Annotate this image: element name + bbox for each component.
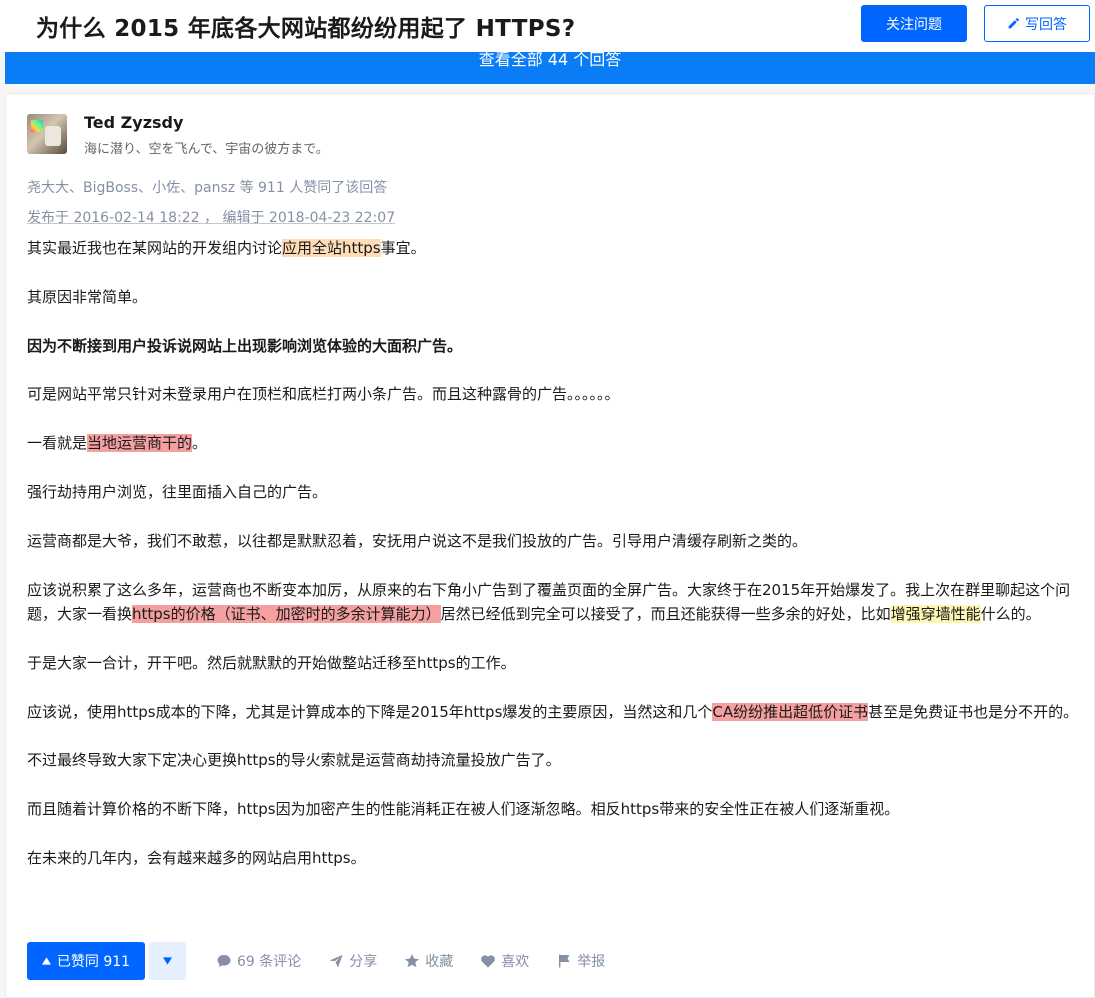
paragraph: 运营商都是大爷，我们不敢惹，以往都是默默忍着，安抚用户说这不是我们投放的广告。引… bbox=[27, 531, 808, 550]
question-title[interactable]: 为什么 2015 年底各大网站都纷纷用起了 HTTPS? bbox=[36, 9, 575, 43]
paragraph: 因为不断接到用户投诉说网站上出现影响浏览体验的大面积广告。 bbox=[27, 334, 1082, 358]
highlight: https的价格（证书、加密时的多余计算能力） bbox=[132, 604, 441, 623]
upvote-button[interactable]: 已赞同 911 bbox=[27, 942, 145, 980]
downvote-triangle-icon bbox=[163, 957, 172, 965]
highlight: CA纷纷推出超低价证书 bbox=[712, 702, 869, 721]
paragraph: 在未来的几年内，会有越来越多的网站启用https。 bbox=[27, 848, 366, 867]
follow-question-button[interactable]: 关注问题 bbox=[861, 5, 967, 42]
comments-button[interactable]: 69 条评论 bbox=[216, 951, 301, 971]
share-label: 分享 bbox=[349, 954, 378, 970]
report-label: 举报 bbox=[577, 954, 606, 970]
report-button[interactable]: 举报 bbox=[556, 951, 605, 971]
top-header: 为什么 2015 年底各大网站都纷纷用起了 HTTPS? 关注问题 写回答 bbox=[0, 0, 1095, 52]
write-answer-label: 写回答 bbox=[1025, 16, 1067, 33]
comments-label: 69 条评论 bbox=[237, 954, 302, 970]
share-button[interactable]: 分享 bbox=[328, 951, 377, 971]
paragraph: 应该说，使用https成本的下降，尤其是计算成本的下降是2015年https爆发… bbox=[27, 702, 1079, 721]
highlight: 应用全站https bbox=[282, 239, 381, 257]
share-icon bbox=[329, 955, 343, 968]
paragraph: 强行劫持用户浏览，往里面插入自己的广告。 bbox=[27, 482, 328, 501]
comment-icon bbox=[217, 955, 231, 967]
view-all-answers-label: 查看全部 44 个回答 bbox=[478, 52, 622, 69]
highlight: 增强穿墙性能 bbox=[890, 604, 981, 623]
paragraph: 应该说积累了这么多年，运营商也不断变本加厉，从原来的右下角小广告到了覆盖页面的全… bbox=[27, 580, 1071, 623]
pencil-icon bbox=[1008, 18, 1019, 29]
avatar[interactable] bbox=[27, 114, 67, 154]
paragraph: 其原因非常简单。 bbox=[27, 287, 148, 306]
paragraph: 于是大家一合计，开干吧。然后就默默的开始做整站迁移至https的工作。 bbox=[27, 653, 516, 672]
paragraph: 而且随着计算价格的不断下降，https因为加密产生的性能消耗正在被人们逐渐忽略。… bbox=[27, 800, 900, 819]
answer-card: Ted Zyzsdy 海に潜り、空を飞んで、宇宙の彼方まで。 尧大大、BigBo… bbox=[5, 93, 1095, 998]
author-name[interactable]: Ted Zyzsdy bbox=[84, 113, 183, 132]
paragraph: 不过最终导致大家下定决心更换https的导火索就是运营商劫持流量投放广告了。 bbox=[27, 751, 561, 770]
action-bar: 已赞同 911 69 条评论 分享 收藏 喜欢 举报 bbox=[27, 942, 605, 980]
paragraph: 其实最近我也在某网站的开发组内讨论应用全站https事宜。 bbox=[27, 239, 426, 257]
heart-icon bbox=[481, 955, 496, 968]
like-label: 喜欢 bbox=[501, 954, 530, 970]
author-bio: 海に潜り、空を飞んで、宇宙の彼方まで。 bbox=[84, 142, 329, 157]
answer-content: 其实最近我也在某网站的开发组内讨论应用全站https事宜。 其原因非常简单。 因… bbox=[27, 236, 1082, 870]
answer-timestamp[interactable]: 发布于 2016-02-14 18:22 ， 编辑于 2018-04-23 22… bbox=[27, 207, 395, 227]
downvote-button[interactable] bbox=[149, 942, 186, 980]
collect-label: 收藏 bbox=[425, 954, 454, 970]
upvoters-summary[interactable]: 尧大大、BigBoss、小佐、pansz 等 911 人赞同了该回答 bbox=[27, 177, 387, 197]
paragraph: 一看就是当地运营商干的。 bbox=[27, 434, 208, 453]
highlight: 当地运营商干的 bbox=[87, 434, 193, 453]
star-icon bbox=[405, 954, 420, 968]
paragraph: 可是网站平常只针对未登录用户在顶栏和底栏打两小条广告。而且这种露骨的广告。。。。… bbox=[27, 385, 620, 404]
upvote-label: 已赞同 911 bbox=[56, 954, 131, 970]
flag-icon bbox=[559, 954, 570, 968]
write-answer-button[interactable]: 写回答 bbox=[984, 5, 1090, 42]
upvote-triangle-icon bbox=[41, 957, 51, 965]
view-all-answers-button[interactable]: 查看全部 44 个回答 bbox=[5, 52, 1095, 84]
collect-button[interactable]: 收藏 bbox=[404, 951, 453, 971]
like-button[interactable]: 喜欢 bbox=[480, 951, 529, 971]
bold-statement: 因为不断接到用户投诉说网站上出现影响浏览体验的大面积广告。 bbox=[27, 336, 463, 355]
